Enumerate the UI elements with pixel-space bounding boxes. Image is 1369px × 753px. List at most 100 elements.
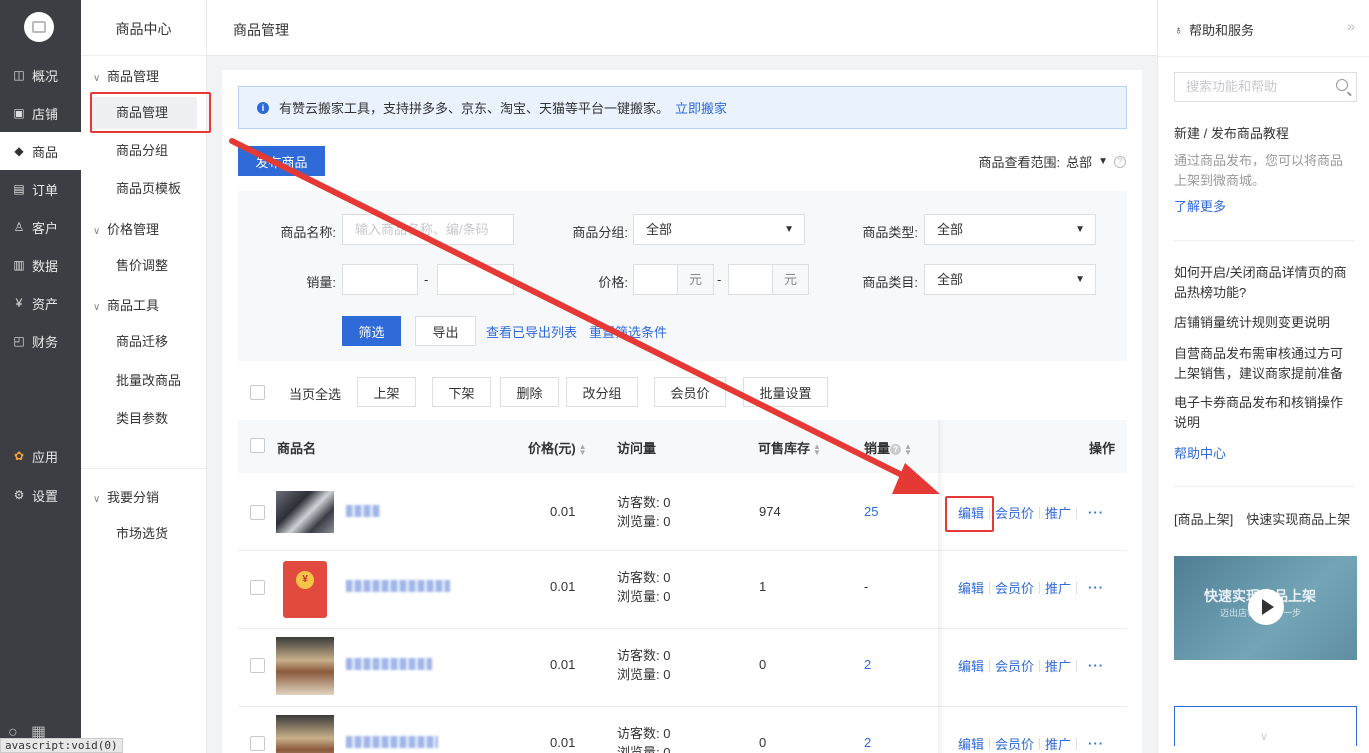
more-icon[interactable]: ··· <box>1088 580 1104 595</box>
header-checkbox[interactable] <box>250 438 265 453</box>
sales-value[interactable]: 2 <box>864 735 871 750</box>
nav-assets[interactable]: ¥ 资产 <box>0 284 81 322</box>
col-sales[interactable]: 销量? ▲ ▼ <box>864 438 912 457</box>
nav-orders[interactable]: ▤ 订单 <box>0 170 81 208</box>
nav-finance[interactable]: ◰ 财务 <box>0 322 81 360</box>
search-icon[interactable] <box>1336 79 1348 91</box>
range-dash: - <box>424 272 429 287</box>
more-icon[interactable]: ··· <box>1088 736 1104 751</box>
help-question-2[interactable]: 店铺销量统计规则变更说明 <box>1174 313 1354 333</box>
member-price-link[interactable]: 会员价 <box>995 734 1034 753</box>
edit-link[interactable]: 编辑 <box>958 578 984 597</box>
row-checkbox[interactable] <box>250 505 265 520</box>
subnav-item-goods-group[interactable]: 商品分组 <box>91 135 197 167</box>
row-checkbox[interactable] <box>250 580 265 595</box>
nav-customers[interactable]: ♙ 客户 <box>0 208 81 246</box>
edit-link[interactable]: 编辑 <box>958 656 984 675</box>
member-price-link[interactable]: 会员价 <box>995 578 1034 597</box>
edit-link[interactable]: 编辑 <box>958 503 984 522</box>
help-question-3[interactable]: 自营商品发布需审核通过方可上架销售，建议商家提前准备 <box>1174 344 1354 384</box>
notice-link[interactable]: 立即搬家 <box>675 98 727 117</box>
change-group-button[interactable]: 改分组 <box>566 377 638 407</box>
subnav-item-page-template[interactable]: 商品页模板 <box>91 173 197 205</box>
nav-store[interactable]: ▣ 店铺 <box>0 94 81 132</box>
sort-icon[interactable]: ▲ ▼ <box>579 442 587 456</box>
delete-button[interactable]: 删除 <box>500 377 559 407</box>
group-select[interactable]: 全部 ▼ <box>633 214 805 245</box>
reset-filter-link[interactable]: 重置筛选条件 <box>589 322 667 341</box>
help-question-1[interactable]: 如何开启/关闭商品详情页的商品热榜功能? <box>1174 263 1354 303</box>
tutorial-video[interactable]: 快速实现商品上架 迈出店铺经营第一步 <box>1174 556 1357 660</box>
promote-link[interactable]: 推广 <box>1045 656 1071 675</box>
scope-selector[interactable]: 商品查看范围: 总部 ▼ ? <box>978 152 1126 171</box>
subnav-item-market[interactable]: 市场选货 <box>91 518 197 550</box>
help-center-link[interactable]: 帮助中心 <box>1174 444 1354 464</box>
store-logo[interactable] <box>24 12 54 42</box>
learn-more-link[interactable]: 了解更多 <box>1174 197 1354 217</box>
red-envelope-thumbnail[interactable]: ¥ <box>283 561 327 618</box>
member-price-link[interactable]: 会员价 <box>995 503 1034 522</box>
nav-settings[interactable]: ⚙ 设置 <box>0 476 81 514</box>
more-icon[interactable]: ··· <box>1088 658 1104 673</box>
category-select[interactable]: 全部 ▼ <box>924 264 1096 295</box>
photo-thumbnail[interactable] <box>276 637 334 695</box>
row-checkbox[interactable] <box>250 658 265 673</box>
sales-max-input[interactable] <box>437 264 514 295</box>
edit-link[interactable]: 编辑 <box>958 734 984 753</box>
shelf-down-button[interactable]: 下架 <box>432 377 491 407</box>
name-input[interactable]: 输入商品名称、编/条码 <box>342 214 514 245</box>
member-price-link[interactable]: 会员价 <box>995 656 1034 675</box>
question-icon[interactable]: ? <box>890 444 902 456</box>
nav-goods[interactable]: ◆ 商品 <box>0 132 81 170</box>
product-name-link[interactable] <box>346 580 450 592</box>
member-price-button[interactable]: 会员价 <box>654 377 726 407</box>
subnav-group-goods[interactable]: ∨ 商品管理 <box>93 66 159 85</box>
filter-panel: 商品名称: 输入商品名称、编/条码 商品分组: 全部 ▼ 商品类型: 全部 ▼ 销量… <box>238 191 1127 361</box>
batch-settings-button[interactable]: 批量设置 <box>743 377 828 407</box>
promote-link[interactable]: 推广 <box>1045 734 1071 753</box>
promote-link[interactable]: 推广 <box>1045 578 1071 597</box>
price-min-input[interactable] <box>633 264 678 295</box>
row-checkbox[interactable] <box>250 736 265 751</box>
shelf-up-button[interactable]: 上架 <box>357 377 416 407</box>
chevron-down-icon[interactable]: ∨ <box>1260 730 1268 743</box>
filter-button[interactable]: 筛选 <box>342 316 401 346</box>
play-icon[interactable] <box>1248 589 1284 625</box>
view-exported-link[interactable]: 查看已导出列表 <box>486 322 577 341</box>
sales-value[interactable]: 25 <box>864 504 878 519</box>
question-icon[interactable]: ? <box>1114 155 1126 168</box>
subnav-item-price-adjust[interactable]: 售价调整 <box>91 250 197 282</box>
col-stock[interactable]: 可售库存 ▲ ▼ <box>758 438 821 457</box>
subnav-item-category-params[interactable]: 类目参数 <box>91 403 197 435</box>
subnav-group-tools[interactable]: ∨ 商品工具 <box>93 295 159 314</box>
product-name-link[interactable] <box>346 736 438 748</box>
help-search-input[interactable]: 搜索功能和帮助 <box>1174 72 1357 102</box>
product-name-link[interactable] <box>346 658 432 670</box>
sales-value[interactable]: 2 <box>864 657 871 672</box>
subnav-group-distribution[interactable]: ∨ 我要分销 <box>93 487 159 506</box>
promote-link[interactable]: 推广 <box>1045 503 1071 522</box>
overview-icon: ◫ <box>13 68 25 82</box>
sales-min-input[interactable] <box>342 264 418 295</box>
subnav-item-batch-edit[interactable]: 批量改商品 <box>91 365 197 397</box>
price-max-input[interactable] <box>728 264 773 295</box>
sort-icon[interactable]: ▲ ▼ <box>904 442 912 456</box>
nav-overview[interactable]: ◫ 概况 <box>0 56 81 94</box>
subnav-item-migrate[interactable]: 商品迁移 <box>91 326 197 358</box>
sort-icon[interactable]: ▲ ▼ <box>813 442 821 456</box>
nav-data[interactable]: ▥ 数据 <box>0 246 81 284</box>
col-price[interactable]: 价格(元) ▲ ▼ <box>528 438 587 457</box>
more-icon[interactable]: ··· <box>1088 505 1104 520</box>
collapse-icon[interactable]: » <box>1347 18 1355 34</box>
help-question-4[interactable]: 电子卡券商品发布和核销操作说明 <box>1174 393 1354 433</box>
publish-goods-button[interactable]: 发布商品 <box>238 146 325 176</box>
select-all-checkbox[interactable] <box>250 385 265 400</box>
type-select[interactable]: 全部 ▼ <box>924 214 1096 245</box>
photo-thumbnail[interactable] <box>276 715 334 753</box>
product-name-link[interactable] <box>346 505 380 517</box>
subnav-group-price[interactable]: ∨ 价格管理 <box>93 219 159 238</box>
nav-apps[interactable]: ✿ 应用 <box>0 437 81 475</box>
export-button[interactable]: 导出 <box>415 316 476 346</box>
subnav-item-goods-manage[interactable]: 商品管理 <box>91 97 197 129</box>
photo-thumbnail[interactable] <box>276 491 334 533</box>
